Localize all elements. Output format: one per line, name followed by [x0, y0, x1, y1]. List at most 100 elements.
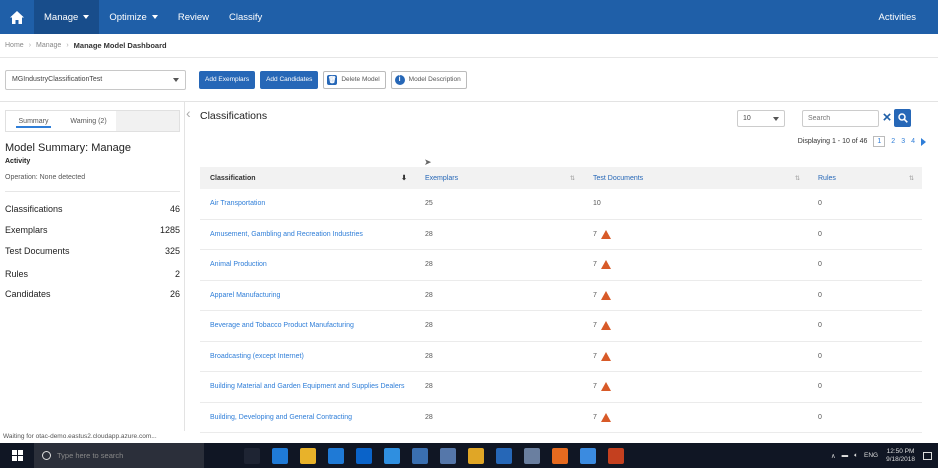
- warning-icon[interactable]: [600, 229, 611, 239]
- app-icon[interactable]: [412, 447, 428, 464]
- page-title: Classifications: [200, 110, 268, 122]
- model-select[interactable]: MGIndustryClassificationTest: [5, 69, 186, 90]
- system-tray: ∧ ▬ 🔈︎ ENG 12:50 PM 9/18/2018: [831, 448, 938, 464]
- nav-review[interactable]: Review: [168, 0, 219, 34]
- file-explorer-icon[interactable]: [300, 447, 316, 464]
- stat-label: Candidates: [5, 289, 51, 299]
- chevron-down-icon: [173, 77, 179, 82]
- test-documents-value: 7: [593, 261, 597, 269]
- test-documents-value: 7: [593, 291, 597, 299]
- page-1[interactable]: 1: [873, 136, 886, 147]
- exemplars-cell: 28: [425, 261, 433, 269]
- chevron-down-icon: [151, 15, 158, 19]
- page-3[interactable]: 3: [901, 138, 905, 145]
- column-header-exemplars[interactable]: Exemplars ⇅: [415, 167, 583, 189]
- nav-classify[interactable]: Classify: [219, 0, 272, 34]
- classification-link[interactable]: Amusement, Gambling and Recreation Indus…: [200, 231, 415, 238]
- breadcrumb-home[interactable]: Home: [5, 42, 24, 49]
- rules-cell: 0: [818, 322, 822, 330]
- classification-link[interactable]: Building Material and Garden Equipment a…: [200, 383, 415, 390]
- windows-logo-icon: [11, 450, 23, 461]
- taskbar-search[interactable]: Type here to search: [34, 443, 204, 468]
- stat-label: Test Documents: [5, 246, 70, 256]
- tab-warning[interactable]: Warning (2): [61, 111, 116, 131]
- firefox-icon[interactable]: [552, 447, 568, 464]
- page-2[interactable]: 2: [891, 138, 895, 145]
- warning-icon[interactable]: [600, 382, 611, 392]
- app-icon[interactable]: [524, 447, 540, 464]
- exemplars-cell: 28: [425, 322, 433, 330]
- clock[interactable]: 12:50 PM 9/18/2018: [886, 448, 915, 464]
- warning-icon[interactable]: [600, 412, 611, 422]
- classification-link[interactable]: Beverage and Tobacco Product Manufacturi…: [200, 322, 415, 329]
- classification-link[interactable]: Air Transportation: [200, 200, 415, 207]
- volume-icon[interactable]: 🔈︎: [854, 452, 858, 460]
- outlook-icon[interactable]: [356, 447, 372, 464]
- language-indicator[interactable]: ENG: [864, 452, 878, 459]
- tray-chevron-up-icon[interactable]: ∧: [831, 452, 836, 460]
- store-icon[interactable]: [328, 447, 344, 464]
- model-description-label: Model Description: [408, 76, 461, 83]
- windows-taskbar: Type here to search ∧ ▬ 🔈︎ ENG 12:50 PM …: [0, 443, 938, 468]
- column-header-classification[interactable]: Classification ⬇: [200, 167, 415, 189]
- start-button[interactable]: [0, 443, 34, 468]
- taskbar-search-placeholder: Type here to search: [57, 451, 124, 460]
- table-row: Air Transportation 25 10 0: [200, 189, 922, 220]
- home-icon: [10, 10, 24, 24]
- collapse-panel-icon[interactable]: ‹: [186, 106, 194, 120]
- clock-date: 9/18/2018: [886, 455, 915, 463]
- column-label: Rules: [818, 174, 836, 182]
- warning-icon[interactable]: [600, 290, 611, 300]
- page-4[interactable]: 4: [911, 138, 915, 145]
- column-label: Classification: [210, 174, 256, 182]
- classification-link[interactable]: Building, Developing and General Contrac…: [200, 414, 415, 421]
- model-description-button[interactable]: i Model Description: [390, 70, 467, 89]
- classification-link[interactable]: Animal Production: [200, 261, 415, 268]
- warning-icon[interactable]: [600, 321, 611, 331]
- stat-label: Exemplars: [5, 225, 48, 235]
- breadcrumb-separator: ›: [28, 42, 32, 49]
- search-app-icon[interactable]: [496, 447, 512, 464]
- next-page-icon[interactable]: [921, 137, 926, 146]
- classification-link[interactable]: Broadcasting (except Internet): [200, 353, 415, 360]
- delete-model-button[interactable]: 🗑︎ Delete Model: [323, 70, 386, 89]
- tab-summary[interactable]: Summary: [6, 111, 61, 131]
- browser-status-text: Waiting for otac-demo.eastus2.cloudapp.a…: [3, 433, 157, 440]
- network-icon[interactable]: ▬: [842, 452, 849, 459]
- page-size-value: 10: [743, 115, 751, 122]
- nav-manage[interactable]: Manage: [34, 0, 100, 34]
- classifications-table: Classification ⬇ Exemplars ⇅ Test Docume…: [200, 167, 922, 433]
- classification-link[interactable]: Apparel Manufacturing: [200, 292, 415, 299]
- breadcrumb-manage[interactable]: Manage: [36, 42, 61, 49]
- search-button[interactable]: [894, 109, 911, 127]
- search-input[interactable]: [802, 110, 879, 127]
- app-icon[interactable]: [580, 447, 596, 464]
- app-icon[interactable]: [440, 447, 456, 464]
- clear-search-icon[interactable]: ×: [880, 109, 894, 127]
- chrome-icon[interactable]: [468, 447, 484, 464]
- home-button[interactable]: [0, 0, 34, 34]
- edge-icon[interactable]: [272, 447, 288, 464]
- page-size-select[interactable]: 10: [737, 110, 785, 127]
- test-documents-cell: 7: [583, 260, 808, 270]
- add-exemplars-button[interactable]: Add Exemplars: [199, 70, 256, 89]
- add-candidates-button[interactable]: Add Candidates: [260, 70, 319, 89]
- test-documents-cell: 10: [583, 200, 808, 207]
- ie-icon[interactable]: [384, 447, 400, 464]
- table-row: Building, Developing and General Contrac…: [200, 403, 922, 433]
- nav-activities[interactable]: Activities: [869, 0, 938, 34]
- exemplars-cell: 25: [425, 200, 433, 208]
- table-row: Apparel Manufacturing 28 7 0: [200, 281, 922, 311]
- nav-review-label: Review: [177, 11, 209, 23]
- nav-optimize[interactable]: Optimize: [99, 0, 167, 34]
- warning-icon[interactable]: [600, 351, 611, 361]
- column-header-rules[interactable]: Rules ⇅: [808, 167, 922, 189]
- stat-value: 26: [169, 289, 180, 299]
- notifications-icon[interactable]: [923, 451, 932, 460]
- stat-value: 2: [174, 269, 180, 279]
- rules-cell: 0: [818, 261, 822, 269]
- task-view-icon[interactable]: [244, 447, 260, 464]
- powerpoint-icon[interactable]: [608, 447, 624, 464]
- warning-icon[interactable]: [600, 260, 611, 270]
- column-header-test-documents[interactable]: Test Documents ⇅: [583, 167, 808, 189]
